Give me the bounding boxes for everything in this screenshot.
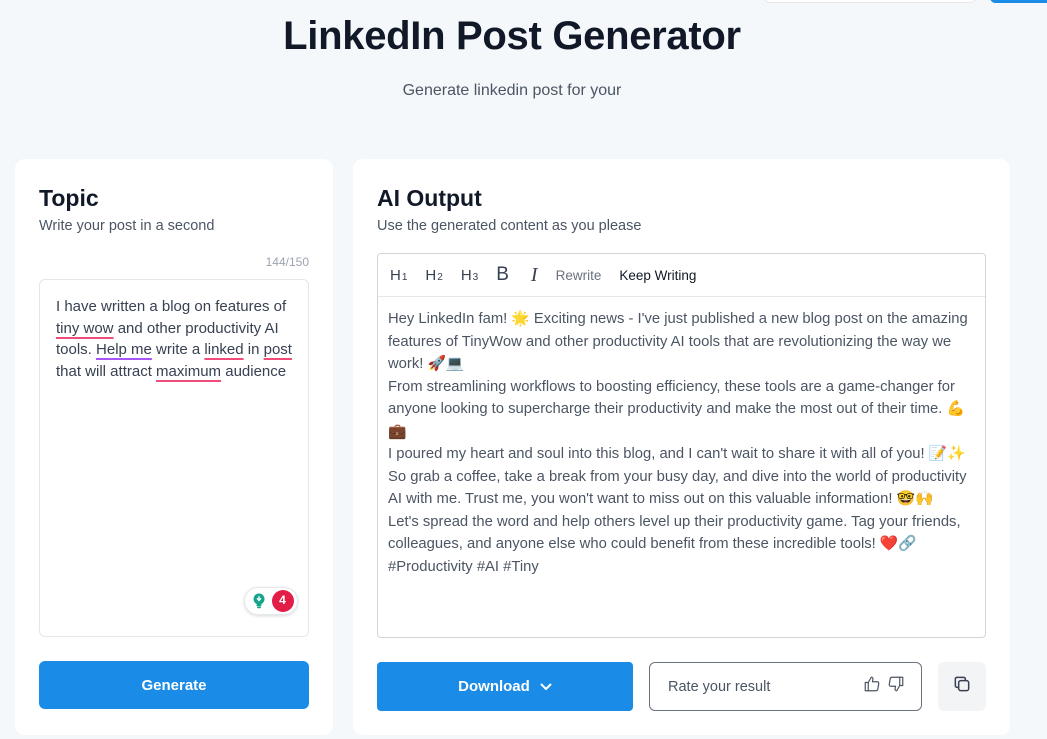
- copy-icon: [952, 674, 972, 699]
- heading3-sub: 3: [472, 271, 479, 283]
- thumbs-up-icon[interactable]: [863, 675, 881, 698]
- rating-controls: [863, 675, 905, 698]
- topic-text-segment: write a: [151, 341, 205, 359]
- bulb-icon: [248, 591, 269, 611]
- heading1-label: H: [390, 266, 401, 284]
- top-search-fragment: [764, 0, 976, 3]
- topic-description: Write your post in a second: [39, 218, 215, 234]
- chevron-down-icon: [540, 678, 552, 695]
- heading2-sub: 2: [437, 271, 443, 283]
- output-text-area[interactable]: Hey LinkedIn fam! 🌟 Exciting news - I've…: [378, 297, 985, 589]
- rate-result-label: Rate your result: [668, 678, 771, 695]
- heading2-button[interactable]: H2: [425, 267, 442, 284]
- topic-text-segment: I have written a blog on features of: [56, 298, 287, 315]
- output-paragraph: Let's spread the word and help others le…: [388, 513, 961, 575]
- output-paragraph: I poured my heart and soul into this blo…: [388, 446, 967, 507]
- heading1-button[interactable]: H1: [390, 267, 407, 284]
- bold-button[interactable]: B: [496, 264, 509, 286]
- output-paragraph: Hey LinkedIn fam! 🌟 Exciting news - I've…: [388, 311, 968, 372]
- spelling-suggestion[interactable]: linked: [204, 341, 243, 358]
- topic-card: Topic Write your post in a second 144/15…: [15, 159, 333, 735]
- topic-input[interactable]: I have written a blog on features of tin…: [39, 279, 309, 637]
- thumbs-down-icon[interactable]: [887, 675, 905, 698]
- keep-writing-button[interactable]: Keep Writing: [619, 268, 696, 283]
- char-counter: 144/150: [265, 255, 309, 269]
- page-title: LinkedIn Post Generator: [283, 14, 741, 58]
- output-editor[interactable]: H1 H2 H3 B I Rewrite Keep Writing Hey Li…: [377, 253, 986, 638]
- topic-title: Topic: [39, 185, 99, 211]
- generate-button[interactable]: Generate: [39, 661, 309, 709]
- spelling-suggestion[interactable]: tiny wow: [56, 320, 114, 337]
- grammar-suggestion[interactable]: Help me: [96, 341, 152, 358]
- download-label: Download: [458, 678, 530, 695]
- copy-button[interactable]: [938, 662, 986, 711]
- rate-result-field[interactable]: Rate your result: [649, 662, 922, 711]
- spelling-suggestion[interactable]: maximum: [156, 363, 221, 380]
- grammar-count-badge: 4: [271, 590, 294, 612]
- output-description: Use the generated content as you please: [377, 218, 642, 234]
- download-button[interactable]: Download: [377, 662, 633, 711]
- rewrite-button[interactable]: Rewrite: [556, 268, 602, 283]
- topic-text-segment: in: [243, 341, 264, 359]
- page-subtitle: Generate linkedin post for your: [402, 82, 622, 99]
- topic-text-segment: audience: [221, 363, 287, 381]
- top-button-fragment: [990, 0, 1047, 3]
- italic-button[interactable]: I: [531, 264, 538, 287]
- heading3-button[interactable]: H3: [461, 267, 478, 284]
- topic-input-text: I have written a blog on features of tin…: [56, 298, 292, 380]
- heading3-label: H: [460, 266, 472, 284]
- editor-toolbar: H1 H2 H3 B I Rewrite Keep Writing: [378, 254, 985, 297]
- grammar-checker-badge[interactable]: 4: [244, 587, 298, 615]
- spelling-suggestion[interactable]: post: [264, 341, 292, 358]
- output-card: AI Output Use the generated content as y…: [353, 159, 1010, 735]
- topic-text-segment: that will attract: [56, 363, 157, 381]
- heading2-label: H: [425, 266, 437, 284]
- output-title: AI Output: [377, 185, 482, 211]
- output-paragraph: From streamlining workflows to boosting …: [388, 378, 965, 440]
- heading1-sub: 1: [401, 271, 408, 283]
